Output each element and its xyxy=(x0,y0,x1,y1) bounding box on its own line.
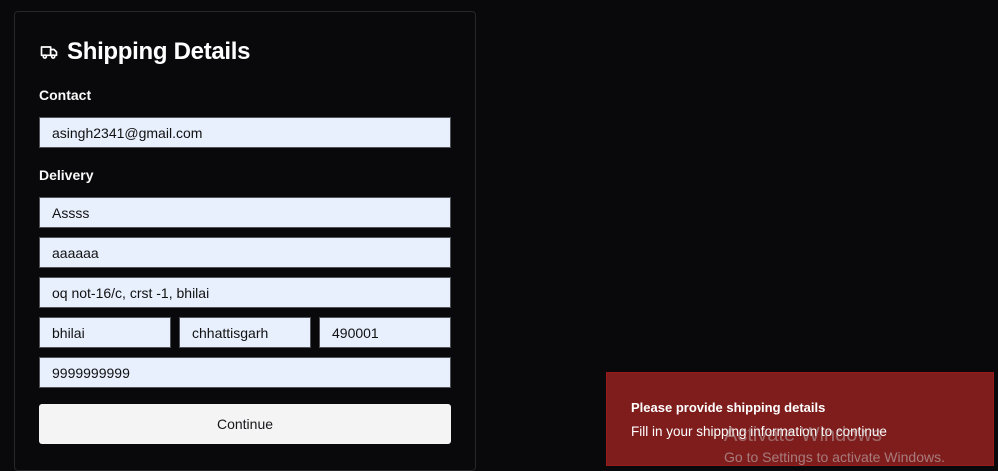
pincode-field[interactable]: 490001 xyxy=(319,317,451,348)
email-field[interactable]: asingh2341@gmail.com xyxy=(39,117,451,148)
contact-section-label: Contact xyxy=(39,87,92,103)
activate-windows-subtitle: Go to Settings to activate Windows. xyxy=(724,449,945,465)
truck-icon xyxy=(40,46,58,59)
state-field[interactable]: chhattisgarh xyxy=(179,317,311,348)
continue-button[interactable]: Continue xyxy=(39,404,451,444)
phone-field[interactable]: 9999999999 xyxy=(39,357,451,388)
last-name-field[interactable]: aaaaaa xyxy=(39,237,451,268)
shipping-details-card: Shipping Details Contact asingh2341@gmai… xyxy=(14,11,476,471)
first-name-field[interactable]: Assss xyxy=(39,197,451,228)
activate-windows-watermark: Activate Windows xyxy=(724,424,882,446)
card-header: Shipping Details xyxy=(39,38,251,66)
delivery-section-label: Delivery xyxy=(39,167,94,183)
page-title: Shipping Details xyxy=(67,38,251,65)
address-field[interactable]: oq not-16/c, crst -1, bhilai xyxy=(39,277,451,308)
city-field[interactable]: bhilai xyxy=(39,317,171,348)
toast-title: Please provide shipping details xyxy=(631,400,826,415)
